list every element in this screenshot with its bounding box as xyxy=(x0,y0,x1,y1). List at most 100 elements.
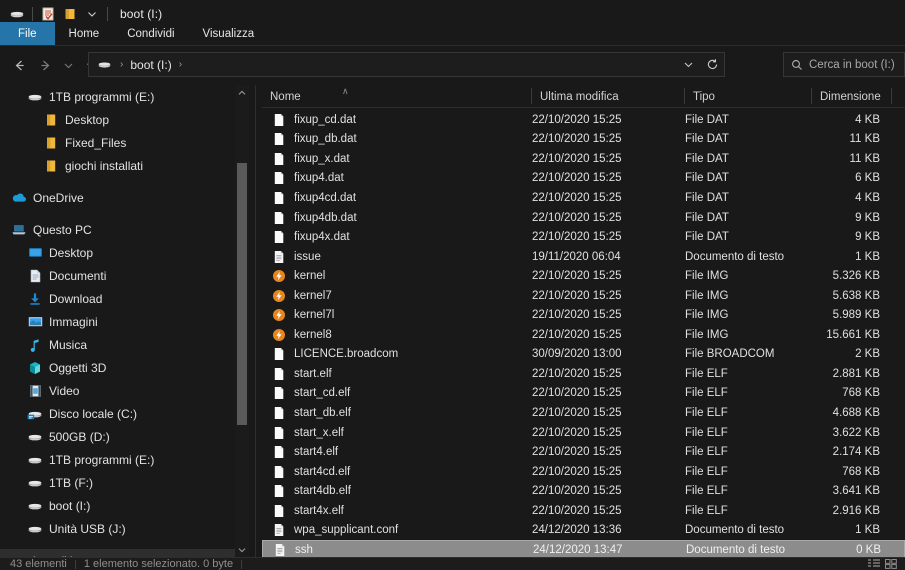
sidebar-item-onedrive[interactable]: OneDrive xyxy=(0,186,235,209)
file-size: 5.326 KB xyxy=(812,270,892,282)
sidebar-item-giochi-installati[interactable]: giochi installati xyxy=(0,154,235,177)
file-type: File ELF xyxy=(685,427,812,439)
sidebar-item-documenti[interactable]: Documenti xyxy=(0,264,235,287)
table-row[interactable]: fixup4db.dat22/10/2020 15:25File DAT9 KB xyxy=(262,208,905,228)
file-explorer-window: boot (I:) File Home Condividi Visualizza xyxy=(0,0,905,570)
sidebar-item-unit-usb-j[interactable]: Unità USB (J:) xyxy=(0,517,235,540)
ribbon-divider xyxy=(0,45,905,46)
file-date: 22/10/2020 15:25 xyxy=(532,270,685,282)
file-name: kernel7l xyxy=(294,309,334,321)
table-row[interactable]: kernel722/10/2020 15:25File IMG5.638 KB xyxy=(262,286,905,306)
thispc-icon xyxy=(10,223,28,236)
file-name: start_cd.elf xyxy=(294,387,350,399)
table-row[interactable]: kernel822/10/2020 15:25File IMG15.661 KB xyxy=(262,325,905,345)
file-type: File DAT xyxy=(685,153,812,165)
sidebar-item-desktop[interactable]: Desktop xyxy=(0,241,235,264)
column-header-tipo[interactable]: Tipo xyxy=(685,86,812,107)
sidebar-scroll-thumb[interactable] xyxy=(237,163,247,425)
table-row[interactable]: fixup_cd.dat22/10/2020 15:25File DAT4 KB xyxy=(262,110,905,130)
table-row[interactable]: start4cd.elf22/10/2020 15:25File ELF768 … xyxy=(262,462,905,482)
table-row[interactable]: start4x.elf22/10/2020 15:25File ELF2.916… xyxy=(262,501,905,521)
column-header-nome[interactable]: Nome xyxy=(262,86,532,107)
table-row[interactable]: fixup_x.dat22/10/2020 15:25File DAT11 KB xyxy=(262,149,905,169)
sidebar-item-1tb-programmi-e[interactable]: 1TB programmi (E:) xyxy=(0,85,235,108)
table-row[interactable]: wpa_supplicant.conf24/12/2020 13:36Docum… xyxy=(262,520,905,540)
file-name: kernel7 xyxy=(294,290,332,302)
drive-icon xyxy=(26,90,44,104)
table-row[interactable]: kernel7l22/10/2020 15:25File IMG5.989 KB xyxy=(262,305,905,325)
tab-visualizza[interactable]: Visualizza xyxy=(189,22,269,45)
table-row[interactable]: ssh24/12/2020 13:47Documento di testo0 K… xyxy=(262,540,905,557)
file-type: Documento di testo xyxy=(686,544,813,556)
tab-file[interactable]: File xyxy=(0,22,55,45)
table-row[interactable]: start4db.elf22/10/2020 15:25File ELF3.64… xyxy=(262,481,905,501)
file-generic-icon xyxy=(271,386,287,400)
tab-condividi[interactable]: Condividi xyxy=(113,22,188,45)
sidebar-group-spacer xyxy=(0,540,235,549)
sidebar-item-oggetti-3d[interactable]: Oggetti 3D xyxy=(0,356,235,379)
file-type: File ELF xyxy=(685,368,812,380)
table-row[interactable]: start_cd.elf22/10/2020 15:25File ELF768 … xyxy=(262,384,905,404)
file-date: 22/10/2020 15:25 xyxy=(532,212,685,224)
table-row[interactable]: LICENCE.broadcom30/09/2020 13:00File BRO… xyxy=(262,345,905,365)
sidebar-item-disco-locale-c[interactable]: Disco locale (C:) xyxy=(0,402,235,425)
sidebar-item-fixed-files[interactable]: Fixed_Files xyxy=(0,131,235,154)
sidebar-item-download[interactable]: Download xyxy=(0,287,235,310)
table-row[interactable]: fixup4.dat22/10/2020 15:25File DAT6 KB xyxy=(262,169,905,189)
table-row[interactable]: fixup_db.dat22/10/2020 15:25File DAT11 K… xyxy=(262,130,905,150)
tab-home[interactable]: Home xyxy=(55,22,114,45)
download-icon xyxy=(26,292,44,306)
details-view-icon[interactable] xyxy=(868,559,880,569)
table-row[interactable]: start_x.elf22/10/2020 15:25File ELF3.622… xyxy=(262,423,905,443)
sidebar-item-1tb-programmi-e[interactable]: 1TB programmi (E:) xyxy=(0,448,235,471)
table-row[interactable]: start4.elf22/10/2020 15:25File ELF2.174 … xyxy=(262,442,905,462)
sidebar-item-boot-i[interactable]: boot (I:) xyxy=(0,494,235,517)
column-header-dimensione[interactable]: Dimensione xyxy=(812,86,892,107)
large-icons-view-icon[interactable] xyxy=(885,559,897,569)
sidebar-item-label: 500GB (D:) xyxy=(49,430,110,444)
sidebar-item-questo-pc[interactable]: Questo PC xyxy=(0,218,235,241)
file-size: 2 KB xyxy=(812,348,892,360)
file-date: 22/10/2020 15:25 xyxy=(532,329,685,341)
sidebar-item-label: Documenti xyxy=(49,269,106,283)
sidebar-scrollbar[interactable] xyxy=(235,85,249,557)
file-name: start4db.elf xyxy=(294,485,351,497)
address-history-chevron-icon[interactable] xyxy=(676,53,700,76)
file-size: 9 KB xyxy=(812,212,892,224)
file-name-cell: fixup4cd.dat xyxy=(262,191,532,205)
table-row[interactable]: issue19/11/2020 06:04Documento di testo1… xyxy=(262,247,905,267)
file-list-header: Nome Ultima modifica Tipo Dimensione xyxy=(262,86,905,107)
refresh-icon[interactable] xyxy=(700,53,724,76)
table-row[interactable]: kernel22/10/2020 15:25File IMG5.326 KB xyxy=(262,266,905,286)
file-list[interactable]: fixup_cd.dat22/10/2020 15:25File DAT4 KB… xyxy=(262,110,905,557)
sidebar-item-500gb-d[interactable]: 500GB (D:) xyxy=(0,425,235,448)
sidebar-item-video[interactable]: Video xyxy=(0,379,235,402)
file-name-cell: fixup4db.dat xyxy=(262,211,532,225)
column-header-ultima-modifica[interactable]: Ultima modifica xyxy=(532,86,685,107)
music-icon xyxy=(26,338,44,352)
text-file-icon xyxy=(271,523,287,537)
sidebar-scroll-up-icon[interactable] xyxy=(235,85,249,100)
sidebar-scroll-down-icon[interactable] xyxy=(235,542,249,557)
breadcrumb-separator-2[interactable]: › xyxy=(174,59,187,70)
table-row[interactable]: fixup4x.dat22/10/2020 15:25File DAT9 KB xyxy=(262,227,905,247)
pane-divider[interactable] xyxy=(255,85,256,557)
sidebar-item-musica[interactable]: Musica xyxy=(0,333,235,356)
search-box[interactable]: Cerca in boot (I:) xyxy=(783,52,905,77)
file-name: fixup4x.dat xyxy=(294,231,350,243)
forward-button[interactable] xyxy=(32,52,58,78)
breadcrumb-separator-1[interactable]: › xyxy=(115,59,128,70)
back-button[interactable] xyxy=(6,52,32,78)
sidebar-item-label: 1TB (F:) xyxy=(49,476,93,490)
sidebar-item-immagini[interactable]: Immagini xyxy=(0,310,235,333)
sidebar-item-desktop[interactable]: Desktop xyxy=(0,108,235,131)
sidebar-item-boot-i[interactable]: boot (I:) xyxy=(0,549,235,557)
navigation-pane[interactable]: 1TB programmi (E:)DesktopFixed_Filesgioc… xyxy=(0,85,235,557)
sidebar-item-1tb-f[interactable]: 1TB (F:) xyxy=(0,471,235,494)
table-row[interactable]: fixup4cd.dat22/10/2020 15:25File DAT4 KB xyxy=(262,188,905,208)
address-bar[interactable]: › boot (I:) › xyxy=(88,52,725,77)
table-row[interactable]: start_db.elf22/10/2020 15:25File ELF4.68… xyxy=(262,403,905,423)
recent-locations-button[interactable] xyxy=(58,52,78,78)
breadcrumb-item-boot[interactable]: boot (I:) xyxy=(128,58,173,72)
table-row[interactable]: start.elf22/10/2020 15:25File ELF2.881 K… xyxy=(262,364,905,384)
